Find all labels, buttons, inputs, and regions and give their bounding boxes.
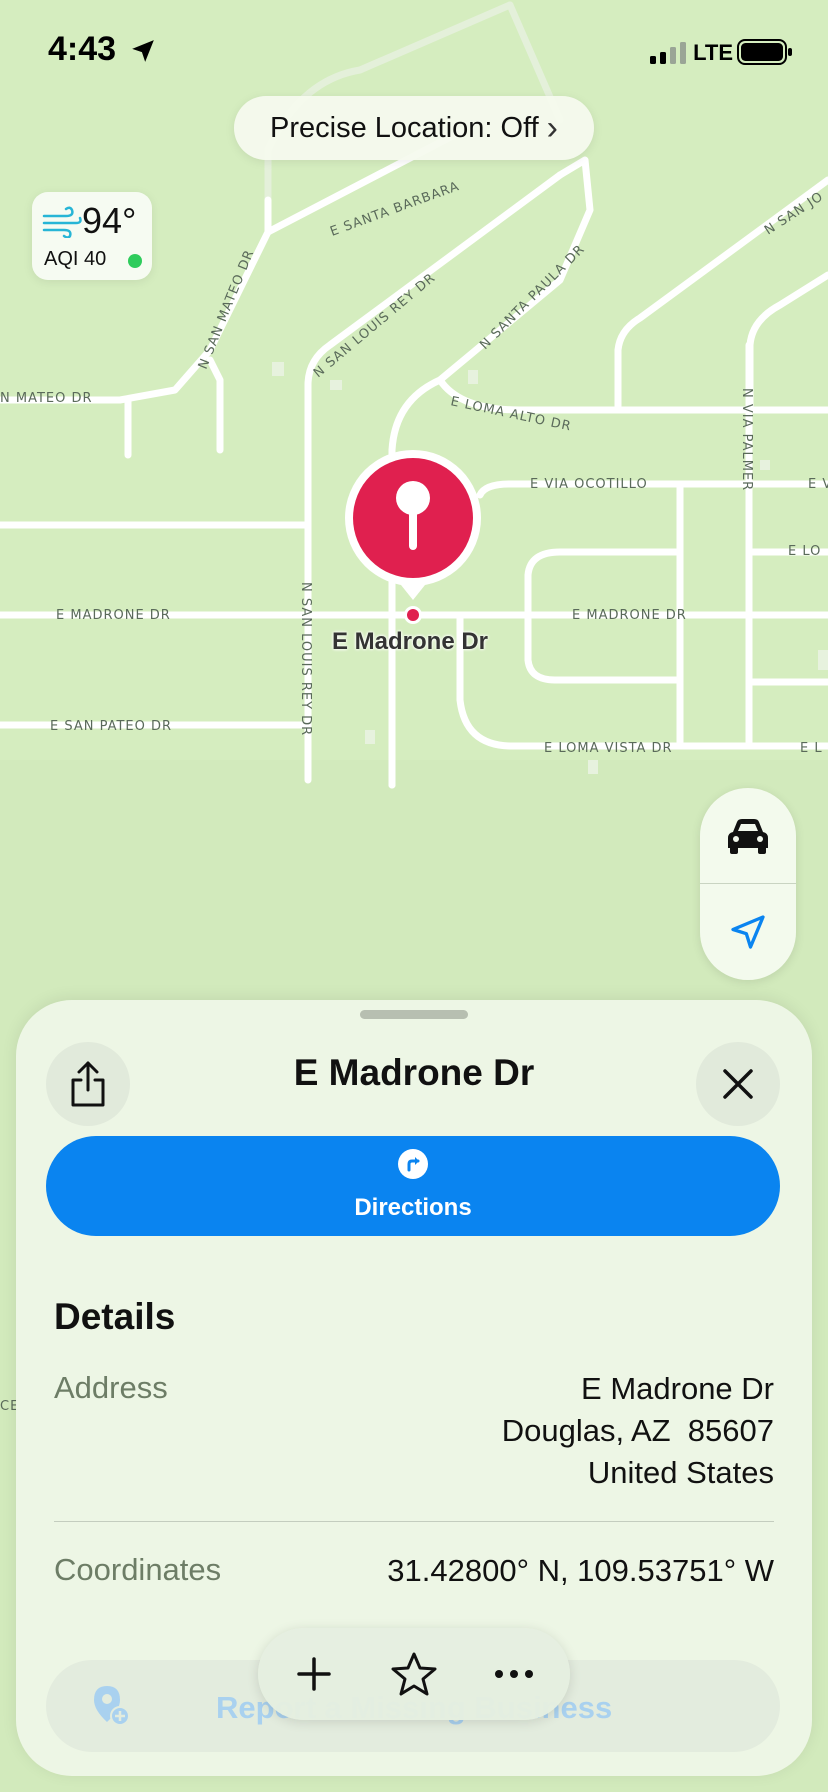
street-label: N MATEO DR	[0, 391, 93, 406]
signal-icon	[650, 42, 686, 64]
chevron-right-icon: ›	[546, 108, 558, 147]
clock: 4:43	[48, 30, 117, 68]
battery-icon	[737, 39, 792, 65]
street-label: E MADRONE DR	[56, 608, 171, 623]
precise-location-button[interactable]: Precise Location: Off ›	[234, 96, 594, 160]
aqi-status-dot	[128, 254, 142, 268]
directions-icon	[398, 1149, 428, 1179]
precise-location-label: Precise Location: Off	[270, 111, 539, 144]
coordinates-value[interactable]: 31.42800° N, 109.53751° W	[387, 1550, 774, 1592]
sheet-grabber[interactable]	[360, 1010, 468, 1019]
directions-button[interactable]: Directions	[46, 1136, 780, 1236]
share-icon	[71, 1061, 105, 1107]
street-label: N VIA PALMER	[739, 388, 754, 491]
street-label: E MADRONE DR	[572, 608, 687, 623]
car-icon	[728, 819, 768, 854]
directions-label: Directions	[354, 1194, 472, 1221]
street-label: E L	[800, 741, 823, 756]
street-label: E VIA OCOTILLO	[530, 477, 648, 492]
pin-label[interactable]: E Madrone Dr	[320, 628, 500, 656]
more-button[interactable]	[468, 1628, 560, 1720]
star-icon	[391, 1652, 437, 1696]
map-controls	[700, 788, 796, 980]
address-line: E Madrone Dr	[581, 1371, 774, 1406]
address-line: United States	[587, 1455, 774, 1490]
wind-icon	[42, 206, 82, 238]
location-arrow-icon	[731, 915, 765, 949]
temperature: 94°	[82, 200, 137, 241]
street-label: E V	[808, 477, 828, 492]
street-label: N SAN LOUIS REY DR	[298, 582, 313, 736]
location-arrow-icon	[132, 40, 154, 62]
street-label: E LOMA VISTA DR	[544, 741, 673, 756]
street-label: E LO	[788, 544, 821, 559]
network-type: LTE	[693, 40, 733, 65]
address-line: Douglas, AZ 85607	[501, 1413, 774, 1448]
add-button[interactable]	[268, 1628, 360, 1720]
map-mode-button[interactable]	[700, 788, 796, 884]
status-bar: 4:43 LTE	[0, 28, 828, 72]
aqi-label: AQI 40	[44, 248, 107, 270]
weather-widget[interactable]: 94° AQI 40	[32, 192, 152, 280]
coordinates-label: Coordinates	[54, 1552, 222, 1587]
plus-icon	[297, 1657, 331, 1691]
close-button[interactable]	[696, 1042, 780, 1126]
share-button[interactable]	[46, 1042, 130, 1126]
close-icon	[723, 1069, 753, 1099]
add-place-icon	[94, 1686, 130, 1726]
details-heading: Details	[54, 1296, 176, 1337]
address-label: Address	[54, 1370, 168, 1405]
favorite-button[interactable]	[368, 1628, 460, 1720]
street-label: E SAN PATEO DR	[50, 719, 172, 734]
place-title: E Madrone Dr	[293, 1052, 535, 1093]
current-location-button[interactable]	[700, 884, 796, 980]
more-icon	[495, 1670, 533, 1678]
divider	[54, 1521, 774, 1522]
address-value[interactable]: E Madrone Dr Douglas, AZ 85607 United St…	[502, 1368, 774, 1494]
action-toolbar	[258, 1628, 570, 1720]
